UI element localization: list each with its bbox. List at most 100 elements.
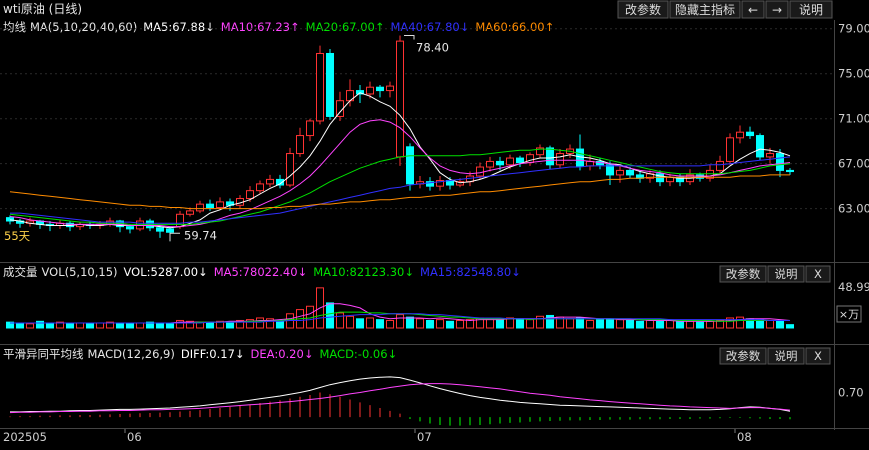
window-title: wti原油 (日线) (3, 2, 82, 16)
macd-legend-params: MACD(12,26,9) (88, 347, 175, 361)
vol-bar (686, 320, 694, 329)
x-axis-label: 08 (737, 430, 752, 444)
candle (376, 86, 384, 92)
macd-close-button[interactable]: X (805, 347, 831, 365)
vol-bar (766, 319, 774, 329)
candle (216, 201, 224, 209)
macd-help-label: 说明 (775, 349, 798, 363)
price-y-tick: 79.00 (838, 22, 869, 36)
vol-bar (496, 319, 504, 329)
vol-bar (366, 317, 374, 329)
close-icon: X (814, 267, 822, 281)
macd-change-params-button[interactable]: 改参数 (719, 347, 767, 365)
x-axis-label: 07 (417, 430, 432, 444)
vol-ma15-legend: MA15:82548.80↓ (420, 265, 521, 279)
ma40-legend: MA40:67.80↓ (391, 20, 470, 34)
vol-bar (736, 316, 744, 329)
vol-value-legend: VOL:5287.00↓ (124, 265, 208, 279)
vol-ma10-legend: MA10:82123.30↓ (313, 265, 414, 279)
ma20-legend: MA20:67.00↑ (306, 20, 385, 34)
days-label: 55天 (4, 229, 31, 243)
vol-ma5-legend: MA5:78022.40↓ (214, 265, 308, 279)
macd-legend: 平滑异同平均线 MACD(12,26,9) DIFF:0.17↓ DEA:0.20↓ M… (3, 347, 397, 361)
vol-bar (616, 319, 624, 329)
vol-bar (126, 323, 134, 329)
candle (556, 153, 564, 166)
vol-bar (256, 317, 264, 329)
vol-bar (776, 320, 784, 329)
macd-change-params-label: 改参数 (726, 349, 761, 363)
vol-bar (536, 315, 544, 329)
vol-bar (416, 318, 424, 329)
candle (396, 40, 404, 158)
candle (296, 135, 304, 155)
vol-y-ticks: 48.99 (838, 280, 869, 294)
vol-help-button[interactable]: 说明 (767, 265, 805, 283)
vol-bar (226, 321, 234, 329)
hide-main-indicator-button[interactable]: 隐藏主指标 (669, 0, 741, 19)
vol-bar (46, 322, 54, 329)
dif-legend: DIFF:0.17↓ (181, 347, 245, 361)
vol-y-tick: 48.99 (838, 280, 869, 294)
vol-bar (656, 320, 664, 329)
vol-bar (646, 319, 654, 329)
low-label: 59.74 (184, 228, 217, 242)
vol-bar (166, 323, 174, 329)
vol-bar (346, 315, 354, 329)
candle (726, 137, 734, 162)
ma-legend-name: 均线 (3, 20, 26, 34)
candle (316, 52, 324, 122)
vol-bar (576, 317, 584, 329)
vol-unit-box: ×万 (836, 305, 862, 323)
vol-bar (386, 319, 394, 329)
candle (256, 183, 264, 192)
help-button[interactable]: 说明 (789, 0, 833, 19)
vol-unit: ×万 (839, 308, 859, 321)
vol-bar (336, 312, 344, 329)
vol-bar (16, 322, 24, 329)
dea-legend: DEA:0.20↓ (251, 347, 314, 361)
next-button[interactable]: → (765, 0, 789, 19)
macd-help-button[interactable]: 说明 (767, 347, 805, 365)
candle (196, 203, 204, 212)
prev-button[interactable]: ← (741, 0, 765, 19)
vol-bar (156, 322, 164, 329)
price-y-tick: 71.00 (838, 112, 869, 126)
vol-bar (76, 322, 84, 329)
vol-bar (586, 319, 594, 329)
help-label: 说明 (799, 2, 823, 17)
vol-bar (136, 322, 144, 329)
candle (136, 220, 144, 230)
vol-help-label: 说明 (775, 267, 798, 281)
candle (326, 52, 334, 117)
hide-main-indicator-label: 隐藏主指标 (675, 2, 735, 17)
candle (746, 131, 754, 137)
candle (386, 85, 394, 92)
candle (496, 160, 504, 166)
x-axis-label: 202505 (3, 430, 47, 444)
vol-bar (706, 320, 714, 329)
candle (736, 131, 744, 139)
vol-legend-params: VOL(5,10,15) (42, 265, 118, 279)
vol-bar (206, 322, 214, 329)
candle (626, 169, 634, 176)
vol-bar (696, 321, 704, 329)
candle (716, 160, 724, 171)
vol-close-button[interactable]: X (805, 265, 831, 283)
vol-bar (116, 322, 124, 329)
candle (156, 227, 164, 232)
candle (106, 220, 114, 225)
vol-change-params-button[interactable]: 改参数 (719, 265, 767, 283)
candle (266, 178, 274, 185)
price-y-tick: 63.00 (838, 202, 869, 216)
candle (506, 157, 514, 166)
vol-bar (636, 320, 644, 329)
candle (166, 228, 174, 233)
candle (486, 160, 494, 168)
change-params-button[interactable]: 改参数 (617, 0, 669, 19)
macd-value-legend: MACD:-0.06↓ (319, 347, 397, 361)
ma5-legend: MA5:67.88↓ (143, 20, 215, 34)
vol-bar (396, 314, 404, 329)
vol-bar (66, 323, 74, 329)
candle (616, 169, 624, 176)
